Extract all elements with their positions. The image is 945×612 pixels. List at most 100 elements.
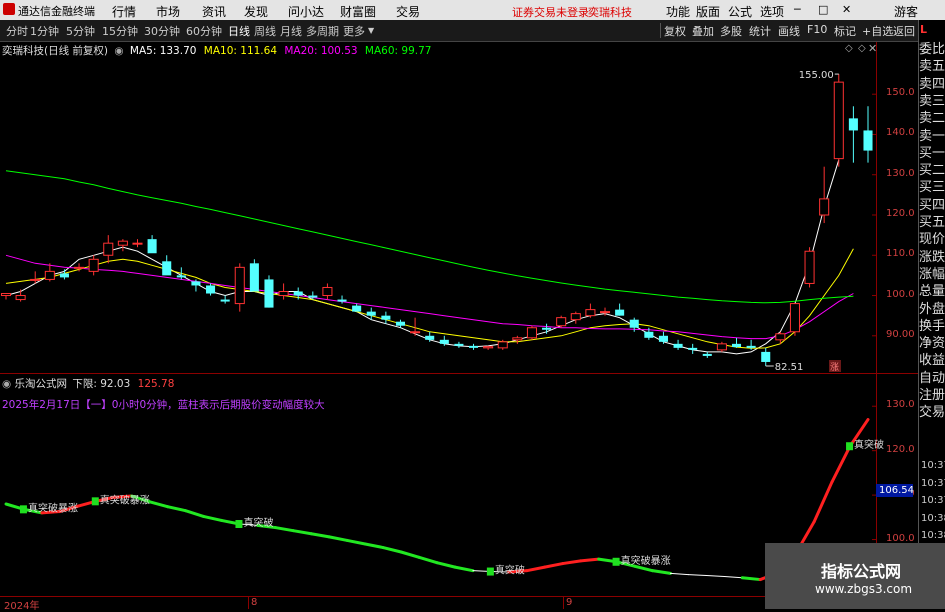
sub-y-tick-label: 100.0 xyxy=(886,533,915,544)
candle-body-down xyxy=(162,261,171,275)
period-tab-fenshi[interactable]: 分时 xyxy=(6,23,28,39)
menu-item-gongshi[interactable]: 公式 xyxy=(728,3,752,20)
side-item[interactable]: 卖二 xyxy=(919,111,945,127)
main-y-tick-label: 150.0 xyxy=(886,87,915,98)
guest-label[interactable]: 游客 xyxy=(894,3,918,20)
candle-body-down xyxy=(264,279,273,307)
side-item[interactable]: 换手 xyxy=(919,319,945,335)
candle-body-down xyxy=(352,306,361,312)
indicator-line-segment xyxy=(724,576,742,577)
menu-item-hangqing[interactable]: 行情 xyxy=(112,3,136,20)
side-item[interactable]: 现价 xyxy=(919,232,945,248)
side-item[interactable]: 注册 xyxy=(919,388,945,404)
menu-item-faxian[interactable]: 发现 xyxy=(244,3,268,20)
window-maximize-icon[interactable]: □ xyxy=(818,3,828,16)
side-item[interactable]: 卖一 xyxy=(919,129,945,145)
period-tab-day[interactable]: 日线 xyxy=(228,23,250,39)
signal-square xyxy=(487,568,494,576)
side-item[interactable]: 涨跌 xyxy=(919,250,945,266)
side-item[interactable]: 买四 xyxy=(919,198,945,214)
login-warning[interactable]: 证券交易未登录 xyxy=(512,4,589,20)
diamond-icon[interactable]: ◇ xyxy=(845,43,853,54)
side-item[interactable]: 买二 xyxy=(919,163,945,179)
indicator-line-segment xyxy=(814,482,832,522)
candle-body-up xyxy=(45,271,54,279)
indicator-line-segment xyxy=(653,571,671,574)
side-item[interactable]: 交易 xyxy=(919,405,945,421)
menu-item-wenxiaoda[interactable]: 问小达 xyxy=(288,3,324,20)
ma-line-ma5 xyxy=(6,160,839,354)
candle-body-down xyxy=(206,285,215,293)
indicator-line-segment xyxy=(150,502,168,507)
side-item[interactable]: 卖四 xyxy=(919,77,945,93)
more-chevron-icon[interactable]: ▼ xyxy=(368,26,374,35)
menu-item-shichang[interactable]: 市场 xyxy=(156,3,180,20)
side-item[interactable]: 自动 xyxy=(919,371,945,387)
window-close-icon[interactable]: ✕ xyxy=(842,3,851,16)
indicator-line-segment xyxy=(204,516,222,520)
main-y-tick-label: 90.00 xyxy=(886,329,915,340)
diejia-button[interactable]: 叠加 xyxy=(692,23,714,39)
candle-body-down xyxy=(60,273,69,277)
period-tab-15min[interactable]: 15分钟 xyxy=(102,23,138,39)
period-tab-month[interactable]: 月线 xyxy=(280,23,302,39)
menu-item-gongneng[interactable]: 功能 xyxy=(666,3,690,20)
signal-square xyxy=(235,520,242,528)
indicator-line-segment xyxy=(168,507,186,511)
main-y-tick-label: 120.0 xyxy=(886,208,915,219)
side-item[interactable]: 卖三 xyxy=(919,94,945,110)
side-item[interactable]: 买三 xyxy=(919,180,945,196)
signal-label: 真突破 xyxy=(854,438,884,451)
side-item[interactable]: 总量 xyxy=(919,284,945,300)
period-tab-1min[interactable]: 1分钟 xyxy=(30,23,59,39)
tongji-button[interactable]: 统计 xyxy=(749,23,771,39)
candle-body-down xyxy=(221,300,230,302)
menu-item-caifuquan[interactable]: 财富圈 xyxy=(340,3,376,20)
back-button[interactable]: 返回 xyxy=(893,23,915,39)
menu-item-xuanxiang[interactable]: 选项 xyxy=(760,3,784,20)
side-item[interactable]: 净资 xyxy=(919,336,945,352)
menu-item-zixun[interactable]: 资讯 xyxy=(202,3,226,20)
side-item[interactable]: 委比 xyxy=(919,42,945,58)
f10-button[interactable]: F10 xyxy=(807,23,827,36)
add-watchlist-button[interactable]: +自选 xyxy=(862,23,893,39)
side-item[interactable]: 外盘 xyxy=(919,302,945,318)
period-tab-multi[interactable]: 多周期 xyxy=(306,23,339,39)
side-item[interactable]: 买一 xyxy=(919,146,945,162)
expand-icon[interactable]: ◇ xyxy=(858,43,866,54)
huaxian-button[interactable]: 画线 xyxy=(778,23,800,39)
period-tab-30min[interactable]: 30分钟 xyxy=(144,23,180,39)
fuquan-button[interactable]: 复权 xyxy=(664,23,686,39)
side-item[interactable]: 收益 xyxy=(919,353,945,369)
candle-body-down xyxy=(849,118,858,130)
period-tab-60min[interactable]: 60分钟 xyxy=(186,23,222,39)
signal-label: 真突破暴涨 xyxy=(28,501,78,514)
side-time: 10:37 xyxy=(921,478,945,489)
main-y-tick-label: 130.0 xyxy=(886,168,915,179)
indicator-line-segment xyxy=(545,564,563,568)
side-time: 10:38 xyxy=(921,513,945,524)
period-tab-week[interactable]: 周线 xyxy=(254,23,276,39)
candle-body-up xyxy=(118,241,127,245)
period-tab-5min[interactable]: 5分钟 xyxy=(66,23,95,39)
menu-item-jiaoyi[interactable]: 交易 xyxy=(396,3,420,20)
indicator-line-segment xyxy=(563,561,581,564)
toolbar-divider xyxy=(660,23,661,38)
side-time: 10:38 xyxy=(921,530,945,541)
candle-body-down xyxy=(191,281,200,285)
candle-body-up xyxy=(834,82,843,159)
menu-item-banmian[interactable]: 版面 xyxy=(696,3,720,20)
biaoji-button[interactable]: 标记 xyxy=(834,23,856,39)
high-price-label: 155.00 xyxy=(799,70,834,81)
window-minimize-icon[interactable]: ─ xyxy=(794,3,801,16)
period-tab-more[interactable]: 更多 xyxy=(343,23,365,39)
indicator-line-segment xyxy=(670,573,688,574)
side-item[interactable]: 买五 xyxy=(919,215,945,231)
candle-body-up xyxy=(805,251,814,283)
candlestick-chart[interactable]: 155.0082.51涨 xyxy=(0,56,918,374)
side-item[interactable]: 卖五 xyxy=(919,59,945,75)
candle-body-down xyxy=(308,296,317,298)
signal-label: 真突破 xyxy=(243,516,273,529)
duogu-button[interactable]: 多股 xyxy=(720,23,742,39)
side-item[interactable]: 涨幅 xyxy=(919,267,945,283)
